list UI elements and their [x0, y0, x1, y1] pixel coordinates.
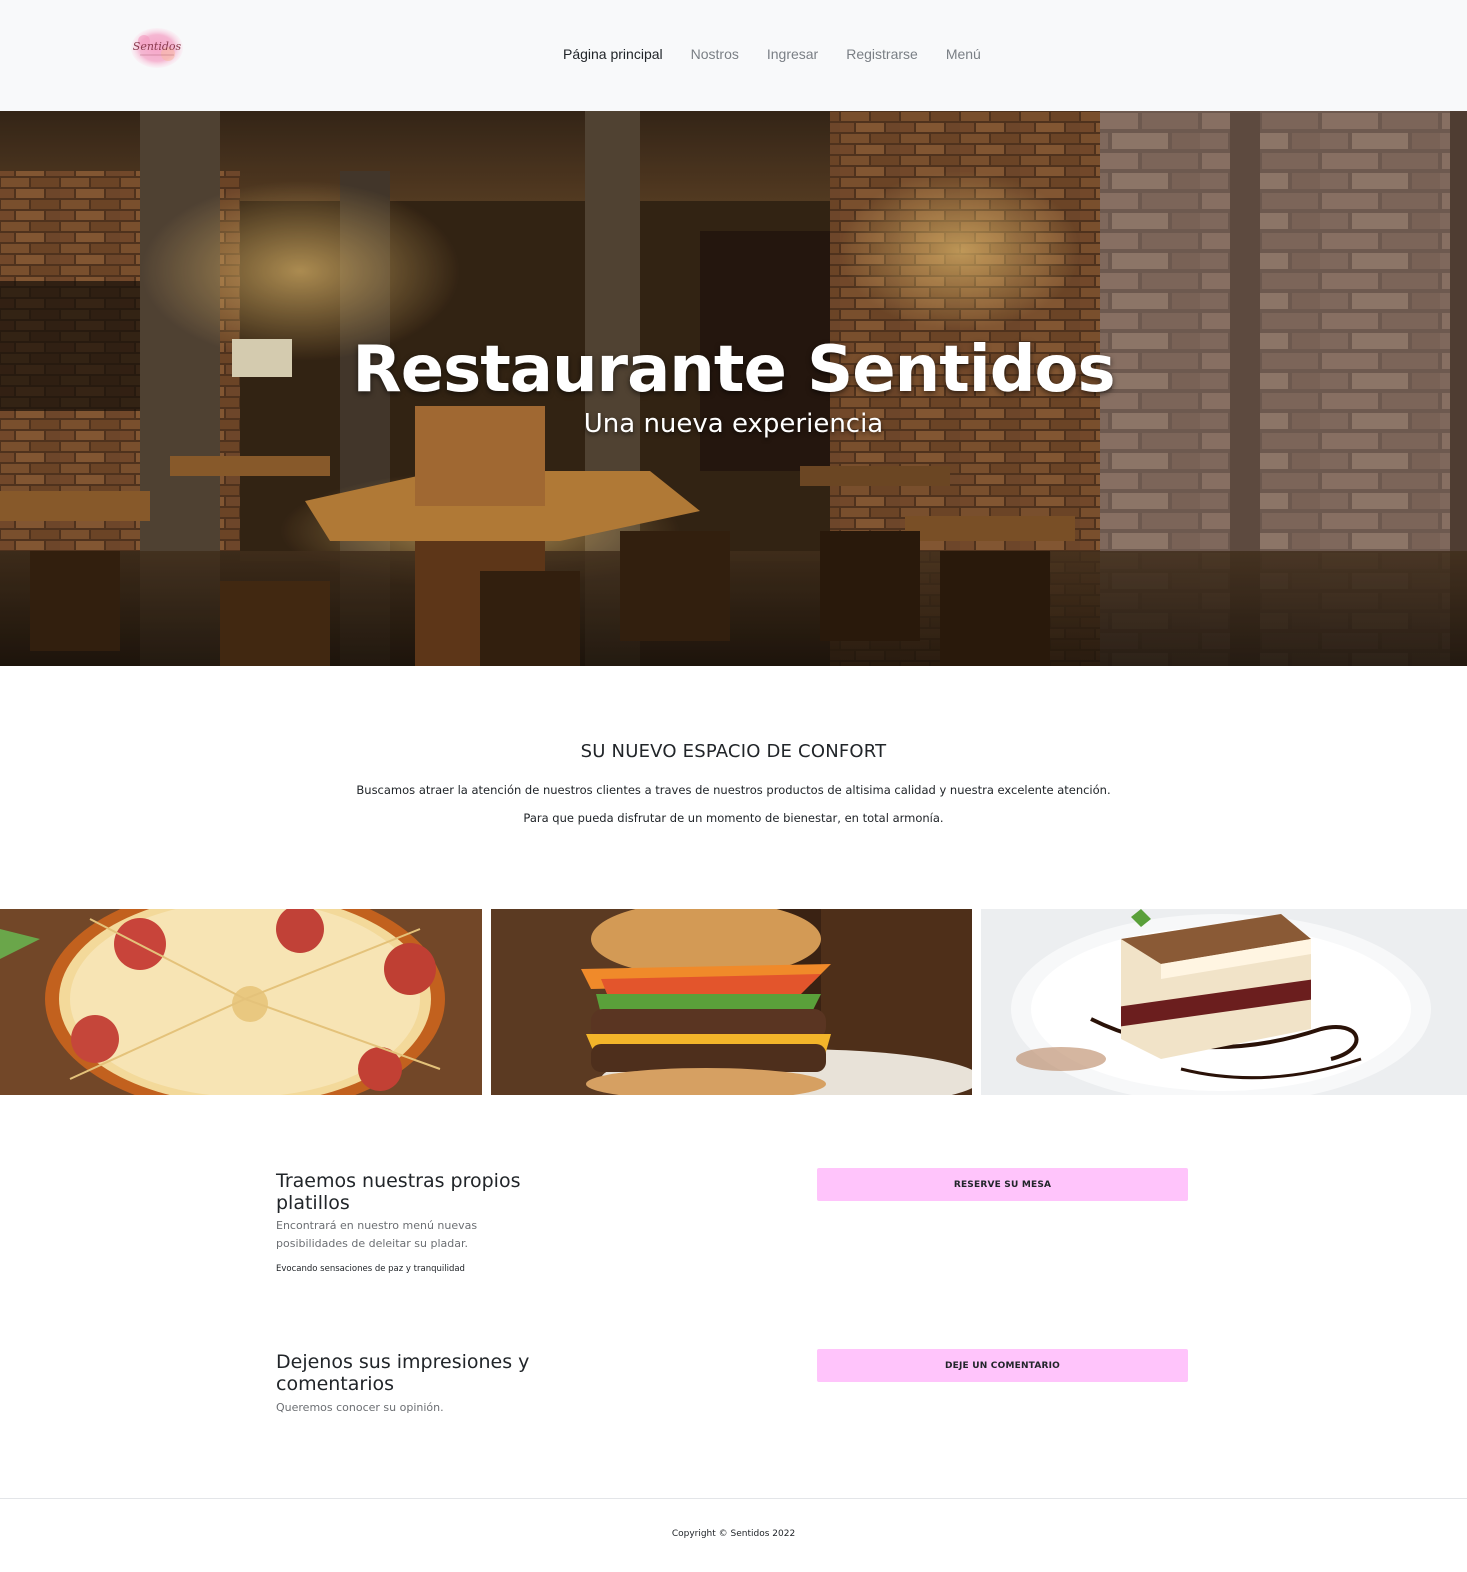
- sentidos-logo[interactable]: Sentidos: [130, 26, 184, 70]
- main-nav: Página principal Nostros Ingresar Regist…: [563, 46, 981, 62]
- nav-register[interactable]: Registrarse: [846, 46, 918, 62]
- nav-login[interactable]: Ingresar: [767, 46, 818, 62]
- nav-home[interactable]: Página principal: [563, 46, 663, 62]
- nav-menu[interactable]: Menú: [946, 46, 981, 62]
- leave-comment-button[interactable]: DEJE UN COMENTARIO: [817, 1349, 1188, 1382]
- footer-divider: [0, 1498, 1467, 1499]
- intro-heading: SU NUEVO ESPACIO DE CONFORT: [580, 741, 887, 762]
- cake-image: [981, 909, 1467, 1095]
- feature-dishes-tagline: Evocando sensaciones de paz y tranquilid…: [276, 1264, 465, 1274]
- footer-copyright: Copyright © Sentidos 2022: [671, 1529, 796, 1539]
- feature-dishes-title: Traemos nuestras propios platillos: [276, 1170, 521, 1214]
- feature-comments-title: Dejenos sus impresiones y comentarios: [276, 1351, 530, 1395]
- intro-paragraph-2: Para que pueda disfrutar de un momento d…: [523, 811, 944, 825]
- feature-comments-text: Queremos conocer su opinión.: [276, 1401, 444, 1414]
- burger-image: [491, 909, 972, 1095]
- reserve-table-button[interactable]: RESERVE SU MESA: [817, 1168, 1188, 1201]
- hero-subtitle: Una nueva experiencia: [583, 409, 884, 439]
- navbar: Sentidos Página principal Nostros Ingres…: [0, 0, 1467, 111]
- hero-banner: Restaurante Sentidos Una nueva experienc…: [0, 111, 1467, 666]
- pizza-image: [0, 909, 482, 1095]
- svg-text:Sentidos: Sentidos: [133, 40, 182, 53]
- intro-paragraph-1: Buscamos atraer la atención de nuestros …: [356, 783, 1111, 797]
- hero-title: Restaurante Sentidos: [352, 333, 1115, 407]
- nav-about[interactable]: Nostros: [691, 46, 739, 62]
- feature-dishes-text: Encontrará en nuestro menú nuevas posibi…: [276, 1219, 478, 1250]
